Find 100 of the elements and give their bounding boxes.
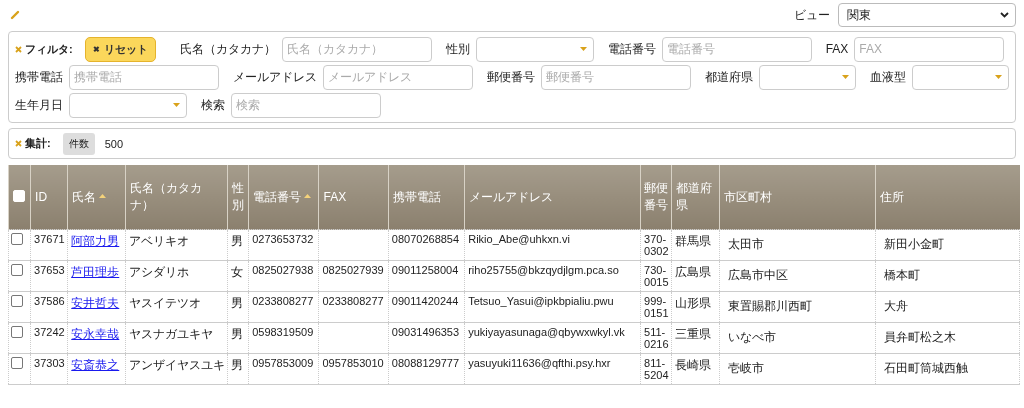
table-cell: 0233808277 [322, 295, 384, 307]
table-cell: アベリキオ [128, 234, 189, 248]
table-cell: 370-0302 [644, 233, 669, 257]
table-cell: 群馬県 [675, 234, 712, 248]
table-cell: 37586 [34, 295, 65, 307]
filter-label: FAX [825, 42, 849, 56]
filter-label: 郵便番号 [487, 68, 535, 86]
table-cell: 999-0151 [644, 295, 669, 319]
table-cell: ヤスイテツオ [128, 296, 201, 310]
table-cell: Rikio_Abe@uhkxn.vi [468, 233, 570, 245]
row-checkbox[interactable] [11, 233, 23, 245]
column-header[interactable]: メールアドレス [469, 188, 554, 206]
table-cell: 男 [231, 358, 244, 372]
filter-field[interactable]: FAX [854, 36, 1005, 62]
table-cell: 広島市中区 [728, 268, 789, 282]
table-cell: 0957853009 [252, 357, 314, 369]
table-cell: 511-0216 [644, 326, 669, 350]
table-cell: 08070268854 [391, 233, 460, 245]
table-cell: 大舟 [884, 299, 909, 313]
table-cell: 08088129777 [391, 357, 460, 369]
table-cell: 新田小金町 [884, 237, 945, 251]
caret-icon [579, 47, 587, 51]
filter-field[interactable]: 電話番号 [661, 36, 812, 62]
table-cell: 三重県 [675, 327, 712, 341]
column-header[interactable]: 住所 [880, 188, 905, 206]
table-cell: 811-5204 [644, 357, 669, 381]
table-cell: 橋本町 [884, 268, 921, 282]
column-header[interactable]: ID [35, 190, 48, 204]
table-cell: 壱岐市 [728, 361, 765, 375]
reset-button[interactable]: ✖ リセット [84, 36, 156, 62]
table-cell: 37653 [34, 264, 65, 276]
filter-select[interactable] [475, 36, 594, 62]
table-cell: アシダリホ [128, 265, 189, 279]
collapse-icon[interactable] [15, 140, 22, 147]
table-cell: 0825027939 [322, 264, 384, 276]
view-select[interactable]: 関東 [838, 3, 1016, 27]
table-cell: 09011420244 [391, 295, 459, 307]
table-cell: 長崎県 [675, 358, 712, 372]
filter-label: 検索 [201, 96, 225, 114]
table-cell: 730-0015 [644, 264, 669, 288]
count-tag: 件数 [62, 132, 95, 155]
table-cell: 0233808277 [252, 295, 314, 307]
filter-field[interactable]: 郵便番号 [541, 64, 691, 90]
table-cell: ヤスナガユキヤ [128, 327, 213, 341]
collapse-icon[interactable] [15, 45, 22, 53]
table-cell: 山形県 [675, 296, 712, 310]
table-cell: 0825027938 [252, 264, 314, 276]
filter-field[interactable]: 携帯電話 [69, 64, 219, 90]
filter-select[interactable] [912, 64, 1009, 90]
column-header[interactable]: 市区町村 [724, 188, 773, 206]
row-checkbox[interactable] [11, 264, 23, 276]
table-cell: 09011258004 [391, 264, 459, 276]
filter-label: 電話番号 [607, 40, 656, 58]
table-cell: 0957853010 [322, 357, 384, 369]
table-cell: 女 [231, 265, 244, 279]
table-cell: 37242 [34, 326, 65, 338]
summary-title: 集計: [25, 136, 51, 151]
sort-ascending-icon [99, 193, 107, 198]
filter-label: 血液型 [870, 68, 906, 86]
row-checkbox[interactable] [11, 326, 23, 338]
filter-field[interactable]: 氏名（カタカナ） [281, 36, 432, 62]
table-cell: yukiyayasunaga@qbywxwkyl.vk [468, 326, 625, 338]
chevron-icon [1000, 12, 1009, 18]
count-value: 500 [104, 137, 124, 150]
table-cell: 09031496353 [391, 326, 460, 338]
table-cell: 広島県 [675, 265, 712, 279]
table-cell: 男 [231, 327, 244, 341]
column-header[interactable]: FAX [323, 190, 347, 204]
table-cell: 0598319509 [252, 326, 314, 338]
caret-icon [995, 75, 1002, 79]
filter-title: フィルタ: [25, 41, 73, 57]
table-cell: 0273653732 [252, 233, 314, 245]
column-header[interactable]: 携帯電話 [392, 188, 441, 206]
table-cell: 37671 [34, 233, 65, 245]
table-cell: アンザイヤスユキ [128, 358, 225, 372]
filter-select[interactable] [759, 64, 856, 90]
filter-select[interactable] [69, 92, 187, 118]
table-cell: riho25755@bkzqydjlgm.pca.so [468, 264, 619, 276]
column-header[interactable]: 氏名 [72, 188, 107, 206]
table-cell: 東置賜郡川西町 [728, 299, 813, 313]
filter-label: 携帯電話 [15, 68, 63, 86]
table-cell: 石田町筒城西触 [884, 361, 969, 375]
filter-label: 生年月日 [15, 96, 63, 114]
table-cell: 37303 [34, 357, 65, 369]
row-checkbox[interactable] [11, 357, 23, 369]
table-cell: yasuyuki11636@qfthi.psy.hxr [468, 357, 611, 369]
select-all-checkbox[interactable] [13, 189, 25, 202]
row-checkbox[interactable] [11, 295, 23, 307]
caret-icon [173, 103, 180, 107]
view-label: ビュー [794, 6, 830, 24]
table-cell: いなべ市 [728, 330, 777, 344]
table-cell: 太田市 [728, 237, 765, 251]
table-cell: Tetsuo_Yasui@ipkbpialiu.pwu [468, 295, 614, 307]
caret-icon [842, 75, 849, 79]
filter-field[interactable]: 検索 [231, 92, 381, 118]
filter-field[interactable]: メールアドレス [323, 64, 473, 90]
filter-label: 氏名（カタカナ） [179, 40, 276, 58]
table-cell: 員弁町松之木 [884, 330, 957, 344]
table-cell: 男 [231, 296, 244, 310]
filter-label: 性別 [445, 40, 470, 58]
